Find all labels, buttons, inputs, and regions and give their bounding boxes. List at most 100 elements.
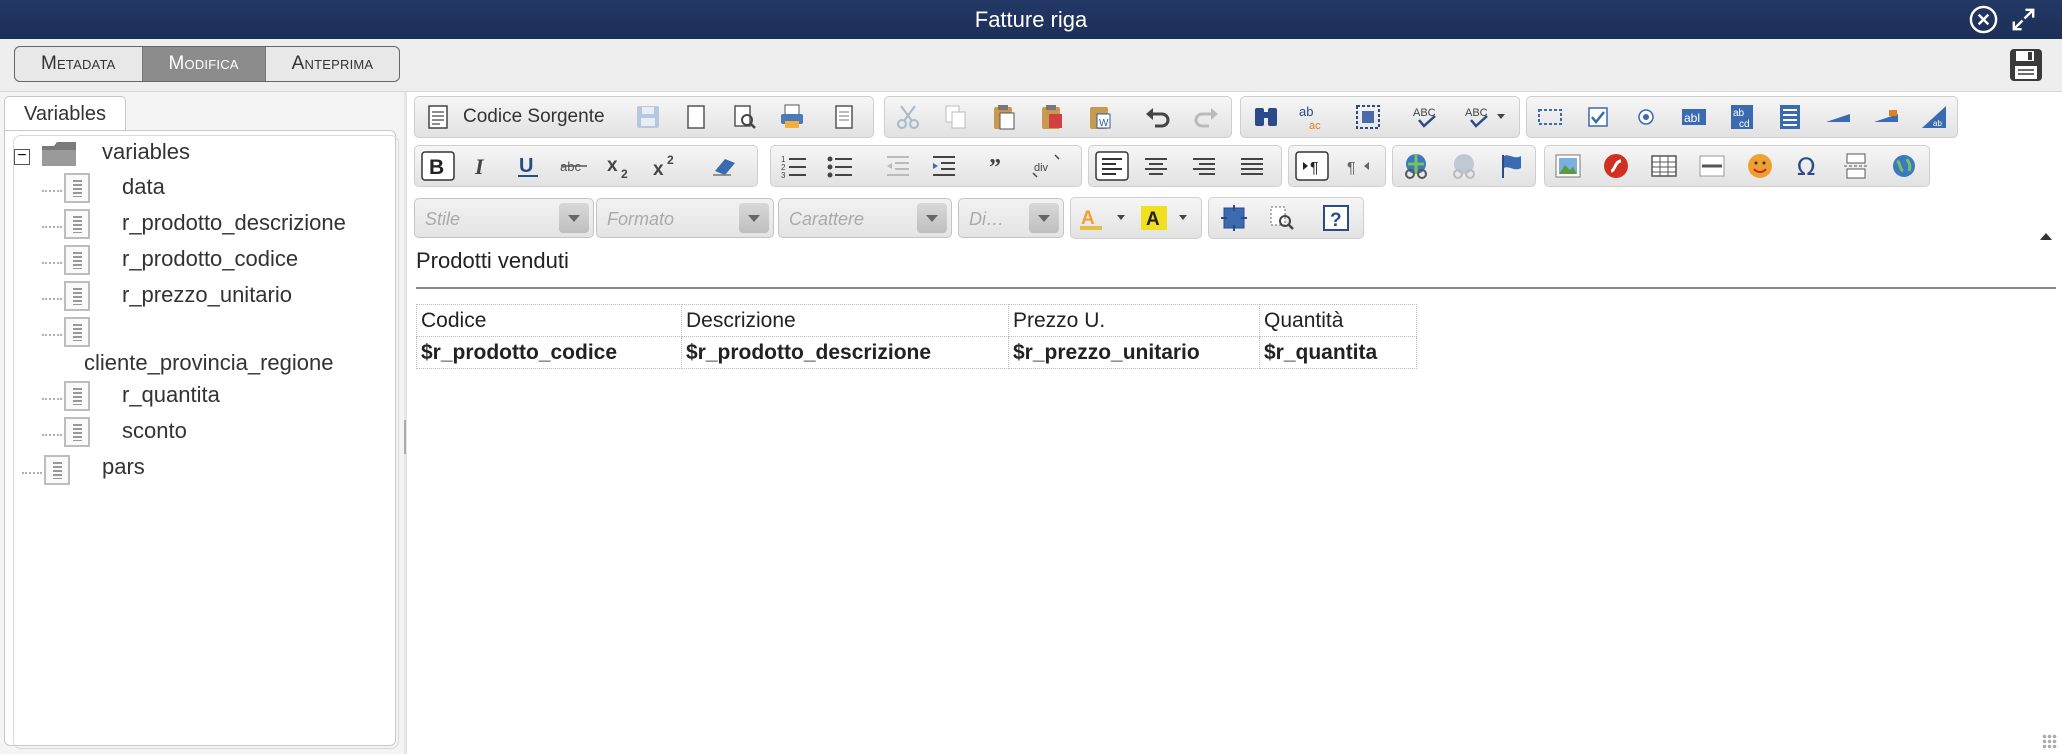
table-icon[interactable] xyxy=(1649,151,1679,181)
undo-icon[interactable] xyxy=(1143,102,1173,132)
form-icon[interactable] xyxy=(1535,102,1565,132)
table-cell[interactable]: $r_quantita xyxy=(1259,336,1417,369)
text-field-icon[interactable]: abl xyxy=(1679,102,1709,132)
size-combo[interactable]: Di… xyxy=(958,198,1064,238)
table-cell[interactable]: $r_prezzo_unitario xyxy=(1008,336,1260,369)
format-combo[interactable]: Formato xyxy=(596,198,774,238)
source-code-icon[interactable] xyxy=(423,102,453,132)
text-direction-rtl-icon[interactable]: ¶ xyxy=(1343,151,1373,181)
smiley-icon[interactable] xyxy=(1745,151,1775,181)
tree-item-r-prezzo-unitario[interactable]: r_prezzo_unitario xyxy=(122,282,292,308)
chevron-down-icon[interactable] xyxy=(739,203,769,233)
save-icon[interactable] xyxy=(633,102,663,132)
splitter-grip[interactable] xyxy=(404,420,406,454)
table-header-cell[interactable]: Quantità xyxy=(1259,304,1417,337)
expand-arrows-icon[interactable] xyxy=(2008,4,2039,35)
show-blocks-icon[interactable] xyxy=(1267,203,1297,233)
table-header-cell[interactable]: Codice xyxy=(416,304,682,337)
align-justify-icon[interactable] xyxy=(1237,151,1267,181)
close-circle-icon[interactable] xyxy=(1968,4,1999,35)
indent-icon[interactable] xyxy=(929,151,959,181)
horizontal-line-icon[interactable] xyxy=(1697,151,1727,181)
chevron-down-icon[interactable] xyxy=(917,203,947,233)
background-color-icon[interactable]: A xyxy=(1139,203,1195,233)
button-icon[interactable] xyxy=(1823,102,1853,132)
outdent-icon[interactable] xyxy=(883,151,913,181)
align-center-icon[interactable] xyxy=(1141,151,1171,181)
help-icon[interactable]: ? xyxy=(1321,203,1351,233)
image-icon[interactable] xyxy=(1553,151,1583,181)
tree-item-sconto[interactable]: sconto xyxy=(122,418,187,444)
print-icon[interactable] xyxy=(777,102,807,132)
checkbox-icon[interactable] xyxy=(1583,102,1613,132)
hidden-field-icon[interactable]: ab xyxy=(1919,102,1949,132)
special-char-icon[interactable]: Ω xyxy=(1793,151,1823,181)
templates-icon[interactable] xyxy=(829,102,859,132)
tree-item-pars[interactable]: pars xyxy=(102,454,145,480)
content-table[interactable]: Codice Descrizione Prezzo U. Quantità $r… xyxy=(416,304,1417,369)
floppy-disk-icon[interactable] xyxy=(2008,47,2044,83)
table-cell[interactable]: $r_prodotto_descrizione xyxy=(681,336,1009,369)
table-header-cell[interactable]: Descrizione xyxy=(681,304,1009,337)
bold-icon[interactable]: B xyxy=(421,151,455,181)
text-color-icon[interactable]: A xyxy=(1077,203,1133,233)
tree-item-r-prodotto-codice[interactable]: r_prodotto_codice xyxy=(122,246,298,272)
align-right-icon[interactable] xyxy=(1189,151,1219,181)
resize-grip-icon[interactable] xyxy=(2042,734,2058,750)
font-combo[interactable]: Carattere xyxy=(778,198,952,238)
page-break-icon[interactable] xyxy=(1841,151,1871,181)
tree-item-data[interactable]: data xyxy=(122,174,165,200)
remove-format-icon[interactable] xyxy=(709,151,739,181)
tab-metadata[interactable]: Metadata xyxy=(15,47,143,81)
chevron-down-icon[interactable] xyxy=(1029,203,1059,233)
paste-text-icon[interactable] xyxy=(1037,102,1067,132)
subscript-icon[interactable]: x2 xyxy=(605,151,635,181)
tree-item-r-prodotto-descrizione[interactable]: r_prodotto_descrizione xyxy=(122,210,346,236)
cut-icon[interactable] xyxy=(893,102,923,132)
editor-content[interactable]: Prodotti venduti Codice Descrizione Prez… xyxy=(410,242,2062,754)
image-button-icon[interactable] xyxy=(1871,102,1901,132)
chevron-down-icon[interactable] xyxy=(559,203,589,233)
flash-icon[interactable] xyxy=(1601,151,1631,181)
align-left-icon[interactable] xyxy=(1095,151,1129,181)
anchor-flag-icon[interactable] xyxy=(1497,151,1527,181)
radio-icon[interactable] xyxy=(1631,102,1661,132)
unlink-icon[interactable] xyxy=(1449,151,1479,181)
text-direction-ltr-icon[interactable]: ¶ xyxy=(1295,151,1329,181)
find-icon[interactable] xyxy=(1251,102,1281,132)
create-div-icon[interactable]: div xyxy=(1031,151,1061,181)
underline-icon[interactable]: U xyxy=(513,151,543,181)
redo-icon[interactable] xyxy=(1191,102,1221,132)
paste-icon[interactable] xyxy=(989,102,1019,132)
blockquote-icon[interactable]: ” xyxy=(985,151,1015,181)
maximize-icon[interactable] xyxy=(1219,203,1249,233)
variables-tab[interactable]: Variables xyxy=(4,96,126,131)
spellcheck-as-you-type-icon[interactable]: ABC xyxy=(1463,102,1511,132)
select-all-icon[interactable] xyxy=(1353,102,1383,132)
table-cell[interactable]: $r_prodotto_codice xyxy=(416,336,682,369)
paste-word-icon[interactable]: W xyxy=(1085,102,1115,132)
link-icon[interactable] xyxy=(1401,151,1431,181)
select-field-icon[interactable] xyxy=(1775,102,1805,132)
style-combo[interactable]: Stile xyxy=(414,198,594,238)
italic-icon[interactable]: I xyxy=(467,151,497,181)
iframe-globe-icon[interactable] xyxy=(1889,151,1919,181)
superscript-icon[interactable]: x2 xyxy=(651,151,681,181)
tree-item-r-quantita[interactable]: r_quantita xyxy=(122,382,220,408)
tab-anteprima[interactable]: Anteprima xyxy=(266,47,400,81)
numbered-list-icon[interactable]: 123 xyxy=(779,151,809,181)
collapse-toggle-icon[interactable]: − xyxy=(14,148,30,165)
preview-icon[interactable] xyxy=(729,102,759,132)
spellcheck-icon[interactable]: ABC xyxy=(1411,102,1441,132)
replace-icon[interactable]: abac xyxy=(1297,102,1327,132)
copy-icon[interactable] xyxy=(941,102,971,132)
bulleted-list-icon[interactable] xyxy=(825,151,855,181)
tab-modifica[interactable]: Modifica xyxy=(142,47,266,81)
strikethrough-icon[interactable]: abc xyxy=(559,151,589,181)
table-header-cell[interactable]: Prezzo U. xyxy=(1008,304,1260,337)
tree-root-variables[interactable]: variables xyxy=(102,139,190,165)
tree-item-cliente-provincia-regione[interactable]: cliente_provincia_regione xyxy=(84,350,334,376)
textarea-icon[interactable]: abcd xyxy=(1727,102,1757,132)
new-page-icon[interactable] xyxy=(681,102,711,132)
source-code-button[interactable]: Codice Sorgente xyxy=(463,97,605,137)
